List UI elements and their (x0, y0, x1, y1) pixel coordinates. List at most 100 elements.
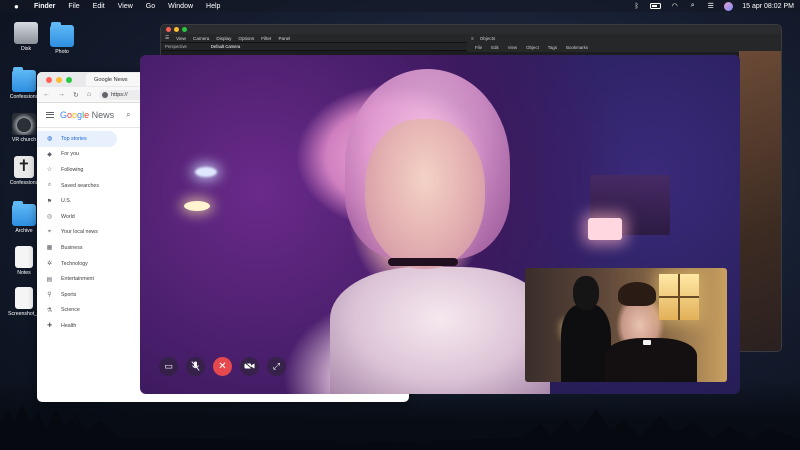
vr-headset-icon (12, 113, 36, 135)
self-view-pip[interactable] (525, 268, 727, 382)
caller-video-choker (388, 258, 458, 266)
objects-menu-bookmarks[interactable]: Bookmarks (566, 45, 588, 50)
nav-for-you[interactable]: ◆ For you (37, 147, 117, 163)
camera-menu-panel[interactable]: Panel (278, 36, 290, 41)
mute-button[interactable] (186, 357, 205, 376)
diamond-icon: ◆ (47, 151, 52, 158)
siri-icon[interactable] (724, 1, 734, 11)
objects-menu-object[interactable]: Object (526, 45, 539, 50)
background-lamp (195, 167, 217, 177)
close-window-button[interactable] (166, 27, 171, 32)
call-controls: ▭ ✕ ⤢ (159, 357, 286, 376)
search-icon[interactable]: ⌕ (688, 2, 697, 10)
pip-masked-figure-body (561, 304, 611, 382)
objects-menu-file[interactable]: File (475, 45, 482, 50)
camera-menu-options[interactable]: Options (238, 36, 254, 41)
camera-menu-view[interactable]: View (176, 36, 186, 41)
menu-icon[interactable]: ☰ (165, 35, 169, 41)
reload-icon[interactable]: ↻ (73, 91, 79, 99)
url-text: https:// (111, 91, 128, 98)
battery-icon[interactable] (650, 3, 662, 9)
objects-menu-tags[interactable]: Tags (548, 45, 557, 50)
menu-app-name[interactable]: Finder (34, 3, 55, 10)
sidebar-toggle-button[interactable]: ▭ (159, 357, 178, 376)
nav-top-stories[interactable]: ◍ Top stories (37, 131, 117, 147)
news-search-icon[interactable]: ⌕ (126, 110, 130, 120)
menu-view[interactable]: View (118, 3, 133, 10)
folder-icon (12, 201, 36, 226)
nav-science[interactable]: ⚗ Science (37, 303, 117, 319)
video-off-icon (244, 361, 255, 372)
menu-edit[interactable]: Edit (93, 3, 105, 10)
nav-technology[interactable]: ✲ Technology (37, 256, 117, 272)
menu-window[interactable]: Window (168, 3, 193, 10)
minimize-window-button[interactable] (174, 27, 179, 32)
pip-clerical-collar (643, 340, 651, 345)
camera-label[interactable]: Default Camera (211, 44, 240, 49)
google-news-logo[interactable]: Google News (60, 110, 114, 120)
desktop-icon-photo[interactable]: Photo (40, 22, 84, 55)
objects-title: Objects (479, 36, 496, 41)
camera-app-titlebar[interactable] (161, 25, 781, 34)
apple-menu-icon[interactable]: ● (14, 2, 24, 11)
expand-icon: ⤢ (272, 361, 281, 371)
folder-icon (12, 67, 36, 92)
menu-file[interactable]: File (68, 3, 79, 10)
end-call-button[interactable]: ✕ (213, 357, 232, 376)
sidebar-icon: ▭ (164, 361, 173, 371)
hamburger-menu-icon[interactable] (46, 112, 54, 118)
objects-preview (739, 51, 781, 351)
minimize-window-button[interactable] (56, 76, 62, 83)
nav-local-news[interactable]: ⌖ Your local news (37, 225, 117, 241)
forward-arrow-icon[interactable]: → (58, 91, 65, 98)
document-icon (15, 246, 33, 268)
pin-icon: ⌖ (47, 228, 52, 235)
globe-icon: ◍ (46, 136, 53, 143)
nav-following[interactable]: ☆ Following (37, 162, 117, 178)
fullscreen-button[interactable]: ⤢ (267, 357, 286, 376)
mic-off-icon (191, 360, 200, 373)
nav-world[interactable]: ◎ World (37, 209, 117, 225)
objects-menu-edit[interactable]: Edit (491, 45, 499, 50)
wifi-icon[interactable]: ◠ (670, 3, 679, 10)
close-window-button[interactable] (46, 76, 52, 83)
background-lamp (184, 201, 210, 211)
background-lamp (588, 218, 622, 240)
menu-go[interactable]: Go (146, 3, 155, 10)
nav-us[interactable]: ⚑ U.S. (37, 193, 117, 209)
flag-icon: ⚑ (46, 198, 53, 205)
entertainment-icon: ▤ (46, 276, 53, 283)
nav-health[interactable]: ✚ Health (37, 318, 117, 334)
objects-menu-view[interactable]: View (508, 45, 517, 50)
caller-video-face (365, 119, 485, 269)
nav-entertainment[interactable]: ▤ Entertainment (37, 271, 117, 287)
bluetooth-icon[interactable]: ᛒ (632, 3, 641, 10)
nav-sports[interactable]: ⚲ Sports (37, 287, 117, 303)
zoom-window-button[interactable] (182, 27, 187, 32)
camera-menu-camera[interactable]: Camera (193, 36, 209, 41)
folder-icon (50, 22, 74, 47)
camera-menu-filter[interactable]: Filter (261, 36, 271, 41)
menu-help[interactable]: Help (206, 3, 220, 10)
objects-panel: ≡ Objects File Edit View Object Tags Boo… (467, 34, 781, 52)
nav-saved-searches[interactable]: ⌕ Saved searches (37, 178, 117, 194)
home-icon[interactable]: ⌂ (87, 91, 91, 98)
control-center-icon[interactable]: ☰ (706, 3, 715, 10)
camera-off-button[interactable] (240, 357, 259, 376)
back-arrow-icon[interactable]: ← (43, 91, 50, 98)
camera-menu-display[interactable]: Display (216, 36, 231, 41)
menu-clock[interactable]: 15 apr 08:02 PM (742, 3, 794, 10)
video-call-window[interactable]: ▭ ✕ ⤢ (140, 55, 740, 394)
bike-icon: ⚲ (47, 292, 52, 299)
site-info-icon[interactable] (102, 91, 109, 98)
technology-icon: ✲ (46, 261, 53, 268)
pip-masked-figure-head (573, 276, 599, 310)
pip-priest-hair (618, 282, 656, 306)
nav-business[interactable]: ▦ Business (37, 240, 117, 256)
flask-icon: ⚗ (46, 307, 53, 314)
close-icon: ✕ (218, 361, 227, 372)
health-icon: ✚ (46, 323, 53, 330)
pip-priest-body (605, 338, 697, 382)
objects-panel-icon: ≡ (471, 36, 474, 41)
zoom-window-button[interactable] (66, 76, 72, 83)
